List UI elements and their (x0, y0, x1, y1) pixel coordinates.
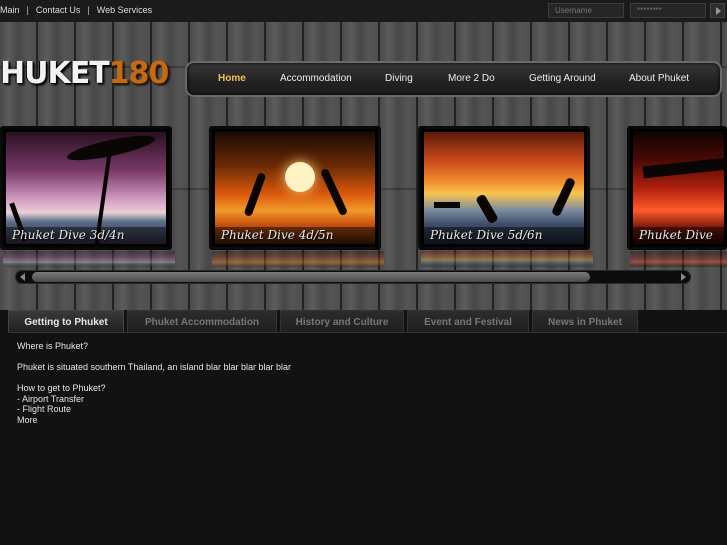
top-bar: Main | Contact Us | Web Services (0, 0, 727, 22)
question-how: How to get to Phuket? (17, 383, 106, 393)
figure-silhouette (550, 176, 577, 218)
main-nav: Home Accommodation Diving More 2 Do Gett… (185, 61, 722, 97)
slide-reflection (212, 251, 384, 267)
info-tabs: Getting to Phuket Phuket Accommodation H… (0, 310, 727, 545)
scrollbar-thumb[interactable] (32, 272, 590, 282)
separator: | (87, 5, 90, 15)
slide-caption: Phuket Dive 5d/6n (424, 227, 584, 244)
separator: | (26, 5, 29, 15)
site-logo[interactable]: HUKET180 (0, 56, 176, 100)
sun (285, 162, 315, 192)
nav-accommodation[interactable]: Accommodation (280, 73, 352, 84)
password-input[interactable] (630, 3, 706, 18)
nav-getting-around[interactable]: Getting Around (529, 73, 596, 84)
scroll-right-arrow-icon[interactable] (681, 273, 686, 281)
scroll-left-arrow-icon[interactable] (20, 273, 25, 281)
figure-silhouette (319, 167, 349, 217)
nav-diving[interactable]: Diving (385, 73, 413, 84)
top-links: Main | Contact Us | Web Services (0, 5, 152, 15)
figure-silhouette (475, 193, 499, 225)
boat-silhouette (434, 202, 460, 208)
username-input[interactable] (548, 3, 624, 18)
palm-fronds (65, 130, 157, 166)
tab-content: Where is Phuket? Phuket is situated sout… (17, 341, 291, 425)
answer-where: Phuket is situated southern Thailand, an… (17, 362, 291, 372)
login-arrow-button[interactable] (710, 3, 725, 18)
tab-news-in-phuket[interactable]: News in Phuket (532, 310, 638, 334)
slide-caption: Phuket Dive (633, 227, 724, 244)
slide-dive-4d5n[interactable]: Phuket Dive 4d/5n (209, 126, 381, 250)
pier-silhouette (642, 157, 727, 179)
more-link[interactable]: More (17, 415, 291, 426)
tab-event-and-festival[interactable]: Event and Festival (407, 310, 529, 334)
link-contact-us[interactable]: Contact Us (36, 5, 81, 15)
slide-reflection (3, 251, 175, 267)
logo-text: HUKET (0, 56, 110, 91)
slide-caption: Phuket Dive 4d/5n (215, 227, 375, 244)
list-item: - Airport Transfer (17, 393, 85, 404)
tab-history-and-culture[interactable]: History and Culture (280, 310, 404, 334)
slide-dive-3d4n[interactable]: Phuket Dive 3d/4n (0, 126, 172, 250)
slide-dive-5d6n[interactable]: Phuket Dive 5d/6n (418, 126, 590, 250)
nav-more-2-do[interactable]: More 2 Do (448, 73, 495, 84)
link-main[interactable]: Main (0, 5, 20, 15)
tab-phuket-accommodation[interactable]: Phuket Accommodation (127, 310, 277, 334)
slide-dive[interactable]: Phuket Dive (627, 126, 727, 250)
question-where: Where is Phuket? (17, 341, 89, 351)
tab-panel: Where is Phuket? Phuket is situated sout… (8, 332, 727, 545)
slide-caption: Phuket Dive 3d/4n (6, 227, 166, 244)
nav-about-phuket[interactable]: About Phuket (629, 73, 689, 84)
figure-silhouette (243, 171, 267, 218)
slide-reflection (630, 251, 727, 267)
nav-home[interactable]: Home (218, 73, 246, 84)
link-web-services[interactable]: Web Services (97, 5, 152, 15)
slider-scrollbar[interactable] (15, 270, 691, 284)
list-item: - Flight Route (17, 404, 72, 414)
logo-number: 180 (108, 56, 170, 91)
slide-reflection (421, 251, 593, 267)
